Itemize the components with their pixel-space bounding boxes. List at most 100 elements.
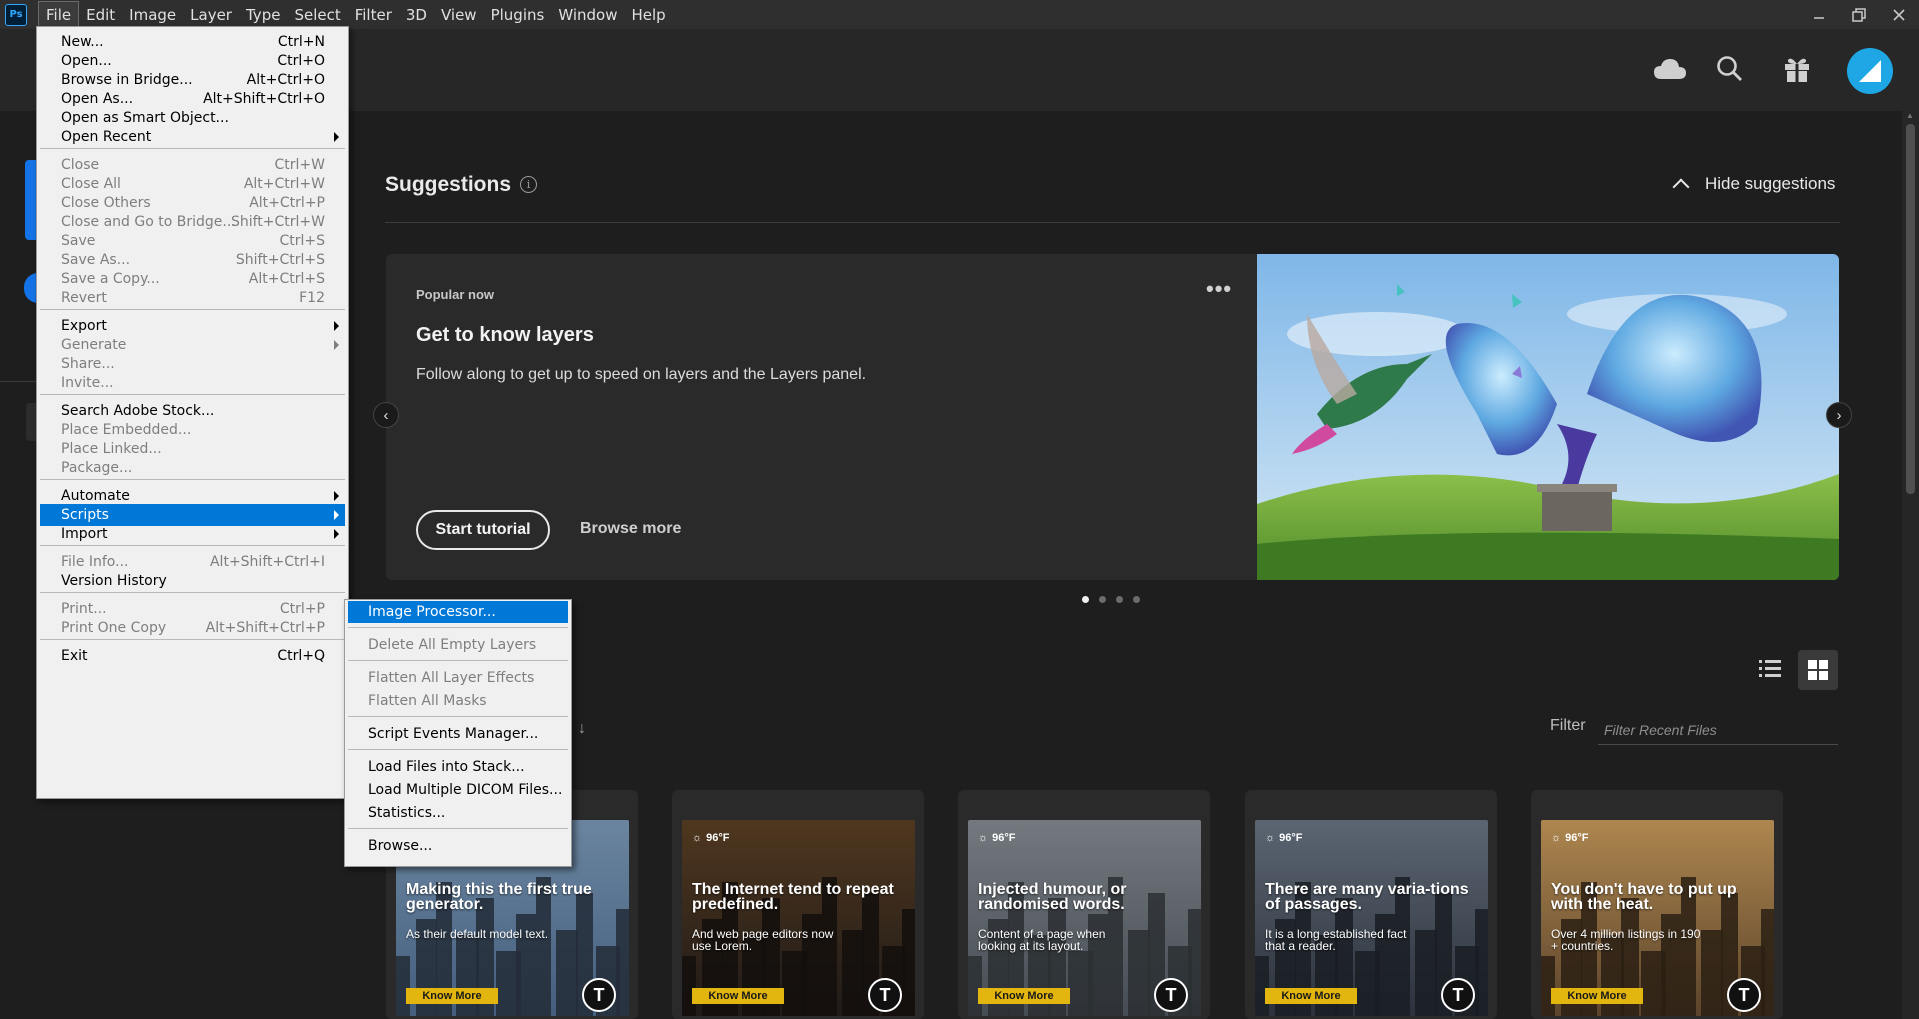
menu-separator: [348, 660, 568, 661]
scripts-menu-flatten-all-masks[interactable]: Flatten All Masks: [348, 690, 568, 712]
menu-item-label: Script Events Manager...: [368, 726, 539, 742]
submenu-arrow-icon: [334, 491, 339, 501]
menu-item-label: Revert: [61, 290, 107, 306]
menu-type[interactable]: Type: [239, 1, 287, 28]
menu-item-label: Print...: [61, 601, 107, 617]
menu-item-label: Package...: [61, 460, 133, 476]
thumb-logo: T: [868, 978, 902, 1012]
menu-separator: [40, 309, 345, 310]
scripts-menu-load-files-into-stack[interactable]: Load Files into Stack...: [348, 756, 568, 778]
thumb-know-more: Know More: [406, 988, 498, 1004]
carousel-dot-4[interactable]: [1133, 596, 1140, 603]
thumb-logo: T: [1441, 978, 1475, 1012]
menu-window[interactable]: Window: [551, 1, 624, 28]
thumb-logo: T: [582, 978, 616, 1012]
minimize-button[interactable]: [1799, 0, 1839, 29]
file-menu-open-recent[interactable]: Open Recent: [40, 126, 345, 148]
menu-item-label: Place Embedded...: [61, 422, 192, 438]
menu-item-shortcut: Alt+Shift+Ctrl+O: [203, 91, 325, 107]
thumb-subtext: Content of a page when looking at its la…: [978, 927, 1106, 953]
menu-image[interactable]: Image: [122, 1, 183, 28]
file-menu-import[interactable]: Import: [40, 523, 345, 545]
carousel-prev-button[interactable]: ‹: [373, 402, 399, 428]
scripts-menu-statistics[interactable]: Statistics...: [348, 802, 568, 824]
recent-file-card[interactable]: ☼ 96°F There are many varia-tions of pass…: [1245, 790, 1497, 1019]
file-thumbnail: ☼ 96°F You don't have to put up with the …: [1541, 820, 1774, 1016]
gift-icon[interactable]: [1777, 49, 1817, 89]
filter-recent-files-input[interactable]: [1598, 715, 1838, 745]
browse-more-link[interactable]: Browse more: [580, 520, 681, 538]
menu-view[interactable]: View: [434, 1, 484, 28]
menu-plugins[interactable]: Plugins: [484, 1, 552, 28]
avatar[interactable]: [1847, 48, 1893, 94]
cloud-icon[interactable]: [1650, 49, 1690, 89]
sun-icon: ☼: [692, 832, 703, 844]
carousel-dot-3[interactable]: [1116, 596, 1123, 603]
restore-button[interactable]: [1839, 0, 1879, 29]
thumb-logo: T: [1154, 978, 1188, 1012]
menu-item-label: Export: [61, 318, 107, 334]
scripts-menu-browse[interactable]: Browse...: [348, 835, 568, 857]
menu-separator: [40, 479, 345, 480]
thumb-headline: You don't have to put up with the heat.: [1551, 881, 1737, 913]
thumb-headline: Injected humour, or randomised words.: [978, 881, 1127, 913]
menu-file[interactable]: File: [38, 1, 80, 28]
menu-item-label: Save As...: [61, 252, 131, 268]
hide-suggestions-button[interactable]: Hide suggestions: [1672, 174, 1836, 196]
menu-item-label: Search Adobe Stock...: [61, 403, 215, 419]
more-options-icon[interactable]: •••: [1206, 276, 1232, 302]
menu-filter[interactable]: Filter: [348, 1, 399, 28]
menu-select[interactable]: Select: [287, 1, 347, 28]
menu-separator: [348, 749, 568, 750]
carousel-dot-2[interactable]: [1099, 596, 1106, 603]
file-menu-package[interactable]: Package...: [40, 457, 345, 479]
sun-icon: ☼: [1551, 832, 1562, 844]
menu-item-label: Close: [61, 157, 100, 173]
scripts-menu-flatten-all-layer-effects[interactable]: Flatten All Layer Effects: [348, 667, 568, 689]
thumb-weather-text: 96°F: [706, 832, 730, 844]
file-menu-revert[interactable]: Revert F12: [40, 287, 345, 309]
scripts-menu-script-events-manager[interactable]: Script Events Manager...: [348, 723, 568, 745]
thumb-weather: ☼96°F: [1265, 832, 1302, 844]
menu-item-label: Share...: [61, 356, 115, 372]
info-icon[interactable]: i: [520, 176, 537, 193]
recent-file-card[interactable]: ☼ 96°F The Internet tend to repeat predef…: [672, 790, 924, 1019]
scrollbar-thumb[interactable]: [1906, 124, 1915, 494]
file-menu-print-one-copy[interactable]: Print One Copy Alt+Shift+Ctrl+P: [40, 617, 345, 639]
menu-separator: [40, 545, 345, 546]
search-icon[interactable]: [1710, 49, 1750, 89]
start-tutorial-button[interactable]: Start tutorial: [416, 510, 550, 550]
recent-file-card[interactable]: ☼ 96°F Injected humour, or randomised wor…: [958, 790, 1210, 1019]
scroll-up-icon[interactable]: ▲: [1906, 111, 1915, 121]
photoshop-logo-icon: Ps: [5, 3, 27, 26]
scripts-menu-load-multiple-dicom-files[interactable]: Load Multiple DICOM Files...: [348, 779, 568, 801]
scrollbar[interactable]: ▲: [1902, 111, 1919, 1019]
menu-3d[interactable]: 3D: [399, 1, 434, 28]
menu-item-label: File Info...: [61, 554, 129, 570]
scripts-menu-delete-all-empty-layers[interactable]: Delete All Empty Layers: [348, 634, 568, 656]
menu-item-shortcut: Ctrl+S: [279, 233, 325, 249]
menu-item-label: Browse...: [368, 838, 433, 854]
list-view-button[interactable]: [1752, 650, 1788, 686]
thumb-headline: There are many varia-tions of passages.: [1265, 881, 1469, 913]
scripts-menu-image-processor[interactable]: Image Processor...: [348, 601, 568, 623]
file-menu-invite[interactable]: Invite...: [40, 372, 345, 394]
file-menu-version-history[interactable]: Version History: [40, 570, 345, 592]
carousel-next-button[interactable]: ›: [1826, 402, 1852, 428]
file-menu-exit[interactable]: Exit Ctrl+Q: [40, 645, 345, 667]
menu-item-label: Open As...: [61, 91, 134, 107]
menu-edit[interactable]: Edit: [79, 1, 122, 28]
sidebar-divider: [0, 381, 36, 382]
menu-item-label: Save a Copy...: [61, 271, 160, 287]
menu-help[interactable]: Help: [624, 1, 672, 28]
sort-arrow-icon[interactable]: ↓: [578, 720, 586, 738]
recent-file-card[interactable]: ☼ 96°F You don't have to put up with the …: [1531, 790, 1783, 1019]
close-window-button[interactable]: [1879, 0, 1919, 29]
grid-view-button[interactable]: [1798, 650, 1838, 690]
menu-layer[interactable]: Layer: [183, 1, 239, 28]
carousel-dot-1[interactable]: [1082, 596, 1089, 603]
tutorial-hero-image: [1257, 254, 1839, 580]
hide-suggestions-label: Hide suggestions: [1705, 174, 1836, 193]
menu-separator: [40, 148, 345, 149]
thumb-weather-text: 96°F: [1565, 832, 1589, 844]
